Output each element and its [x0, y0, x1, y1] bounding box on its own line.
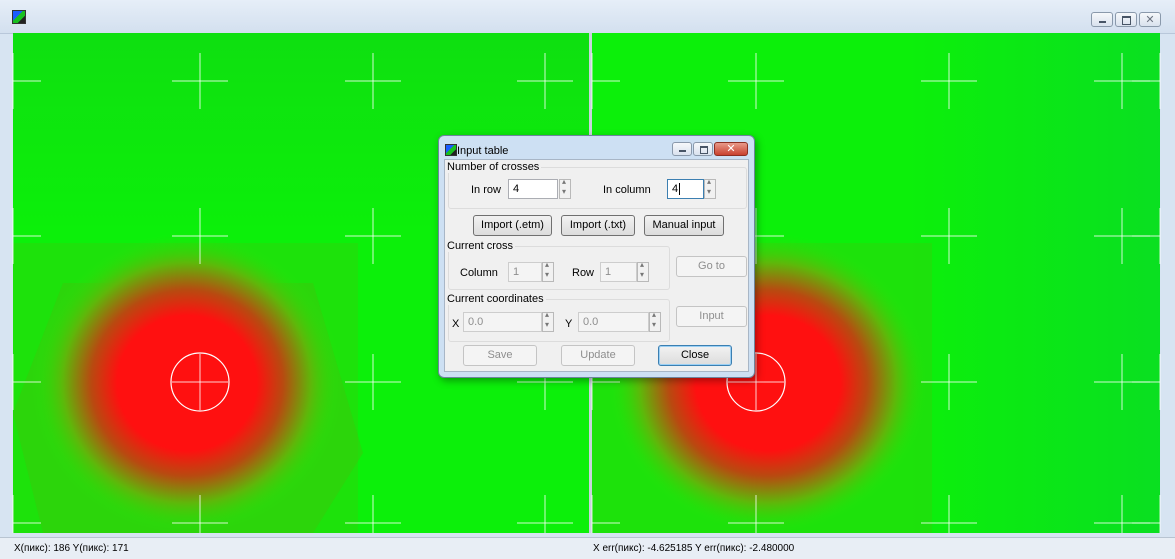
in-row-field[interactable]: 4 [508, 179, 558, 199]
close-button[interactable]: ✕ [1139, 12, 1161, 27]
in-column-spinner[interactable]: 4 [667, 177, 717, 199]
column-label: Column [460, 267, 498, 279]
app-icon [12, 10, 26, 24]
dialog-maximize-button[interactable] [693, 142, 713, 156]
status-pixel-error: X err(пикс): -4.625185 Y err(пикс): -2.4… [593, 543, 795, 554]
input-table-dialog: Input table ✕ Number of crosses In row 4… [438, 135, 755, 378]
x-spinner[interactable]: 0.0 [463, 310, 555, 332]
y-spin-arrows[interactable] [649, 310, 661, 332]
status-pixel-coordinates: X(пикс): 186 Y(пикс): 171 [14, 543, 129, 554]
save-button[interactable]: Save [463, 345, 537, 366]
in-row-spinner[interactable]: 4 [508, 177, 573, 199]
in-column-spin-arrows[interactable] [704, 177, 716, 199]
window-controls: ✕ [1091, 12, 1161, 27]
status-bar: X(пикс): 186 Y(пикс): 171 X err(пикс): -… [0, 537, 1175, 559]
dialog-minimize-button[interactable] [672, 142, 692, 156]
row-label: Row [572, 267, 595, 279]
current-coordinates-label: Current coordinates [447, 293, 546, 305]
column-field[interactable]: 1 [508, 262, 542, 282]
column-spinner[interactable]: 1 [508, 260, 555, 282]
x-label: X [452, 318, 460, 330]
update-button[interactable]: Update [561, 345, 635, 366]
row-spin-arrows[interactable] [637, 260, 649, 282]
y-spinner[interactable]: 0.0 [578, 310, 662, 332]
current-cross-label: Current cross [447, 240, 516, 252]
row-spinner[interactable]: 1 [600, 260, 650, 282]
y-label: Y [565, 318, 573, 330]
row-field[interactable]: 1 [600, 262, 637, 282]
input-button[interactable]: Input [676, 306, 747, 327]
minimize-button[interactable] [1091, 12, 1113, 27]
dialog-title: Input table [457, 145, 509, 157]
column-spin-arrows[interactable] [542, 260, 554, 282]
manual-input-button[interactable]: Manual input [644, 215, 724, 236]
dialog-window-controls: ✕ [672, 142, 748, 156]
x-spin-arrows[interactable] [542, 310, 554, 332]
dialog-close-button[interactable]: ✕ [714, 142, 748, 156]
window-titlebar: ✕ [0, 0, 1175, 34]
y-field[interactable]: 0.0 [578, 312, 649, 332]
import-txt-button[interactable]: Import (.txt) [561, 215, 635, 236]
maximize-button[interactable] [1115, 12, 1137, 27]
import-etm-button[interactable]: Import (.etm) [473, 215, 552, 236]
go-to-button[interactable]: Go to [676, 256, 747, 277]
dialog-app-icon [445, 144, 457, 156]
in-row-label: In row [471, 184, 501, 196]
x-field[interactable]: 0.0 [463, 312, 542, 332]
in-column-field[interactable]: 4 [667, 179, 704, 199]
text-caret [679, 183, 680, 195]
in-column-label: In column [603, 184, 651, 196]
close-dialog-button[interactable]: Close [658, 345, 732, 366]
dialog-body: Number of crosses In row 4 In column 4 I… [444, 159, 749, 372]
number-of-crosses-label: Number of crosses [447, 161, 542, 173]
in-row-spin-arrows[interactable] [559, 177, 571, 199]
